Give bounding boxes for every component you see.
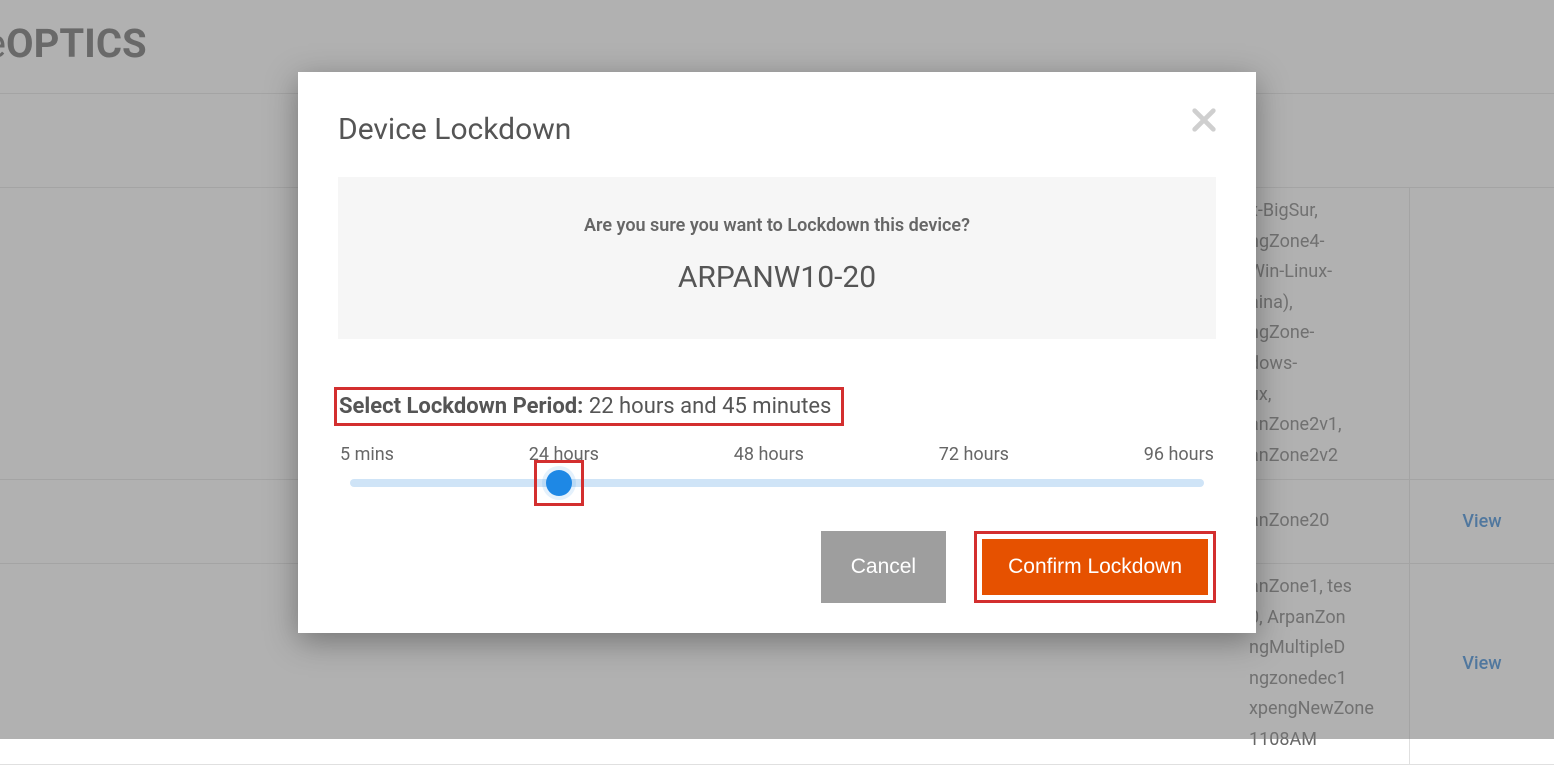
confirm-box: Are you sure you want to Lockdown this d… <box>338 177 1216 339</box>
lockdown-period-slider[interactable]: 5 mins 24 hours 48 hours 72 hours 96 hou… <box>338 444 1216 487</box>
slider-tick: 72 hours <box>939 444 1009 465</box>
lockdown-period-value: 22 hours and 45 minutes <box>589 394 832 419</box>
device-name: ARPANW10-20 <box>358 260 1196 295</box>
modal-title: Device Lockdown <box>338 112 1216 147</box>
modal-overlay: Device Lockdown Are you sure you want to… <box>0 0 1554 739</box>
confirm-button-highlight: Confirm Lockdown <box>974 531 1216 603</box>
lockdown-period-display: Select Lockdown Period: 22 hours and 45 … <box>334 387 844 426</box>
slider-track[interactable] <box>350 479 1204 487</box>
device-lockdown-modal: Device Lockdown Are you sure you want to… <box>298 72 1256 633</box>
slider-tick: 96 hours <box>1144 444 1214 465</box>
slider-tick: 48 hours <box>734 444 804 465</box>
lockdown-period-label: Select Lockdown Period: <box>339 394 589 419</box>
close-icon[interactable] <box>1188 104 1220 136</box>
slider-tick-labels: 5 mins 24 hours 48 hours 72 hours 96 hou… <box>338 444 1216 465</box>
confirm-lockdown-button[interactable]: Confirm Lockdown <box>982 539 1208 595</box>
slider-tick: 24 hours <box>529 444 599 465</box>
cancel-button[interactable]: Cancel <box>821 531 946 603</box>
confirm-question: Are you sure you want to Lockdown this d… <box>358 215 1196 236</box>
modal-actions: Cancel Confirm Lockdown <box>338 531 1216 603</box>
slider-tick: 5 mins <box>340 444 394 465</box>
slider-thumb[interactable] <box>546 470 572 496</box>
